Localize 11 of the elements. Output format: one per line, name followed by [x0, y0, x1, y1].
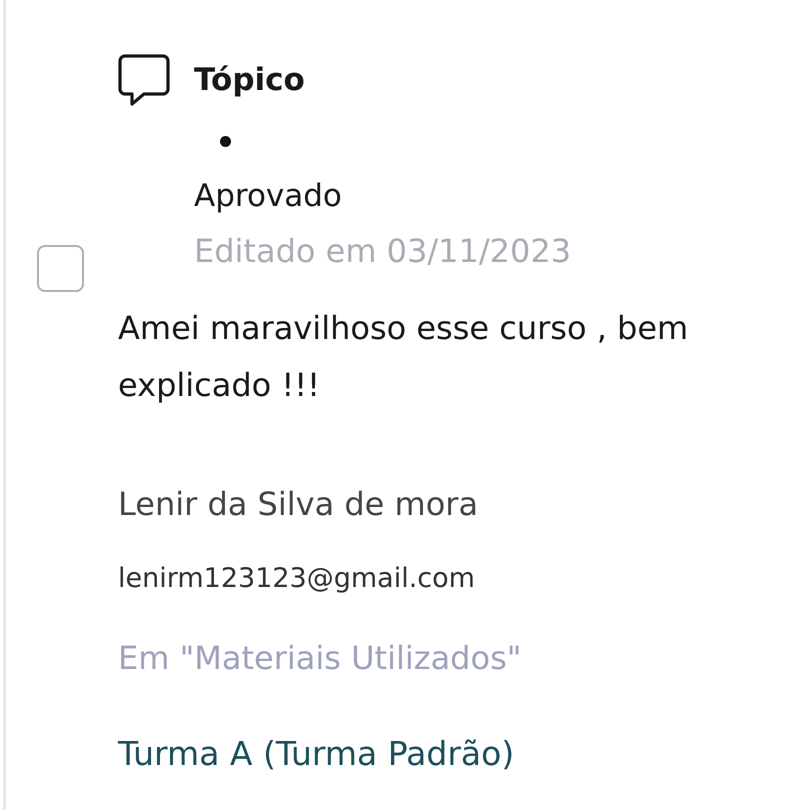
status-label: Aprovado — [194, 177, 342, 216]
post-type-label: Tópico — [194, 61, 305, 100]
author-email: lenirm123123@gmail.com — [118, 562, 475, 596]
class-link[interactable]: Turma A (Turma Padrão) — [118, 734, 514, 774]
comment-text: Amei maravilhoso esse curso , bem explicado !!! — [118, 308, 690, 406]
bullet-icon — [220, 136, 231, 147]
location-text: Em "Materiais Utilizados" — [118, 638, 522, 678]
edited-date: Editado em 03/11/2023 — [194, 231, 572, 271]
select-checkbox[interactable] — [37, 245, 84, 292]
speech-bubble-icon — [118, 54, 170, 106]
author-name: Lenir da Silva de mora — [118, 484, 478, 524]
